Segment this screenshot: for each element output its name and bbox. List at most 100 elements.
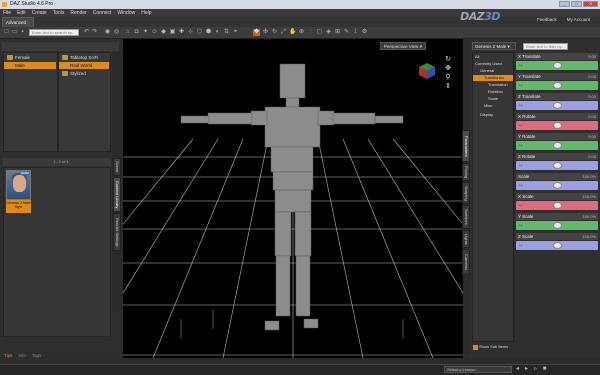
menu-create[interactable]: Create [32, 9, 47, 17]
align-icon[interactable]: ⇅ [223, 29, 230, 36]
feedback-link[interactable]: Feedback [537, 17, 557, 22]
open-icon[interactable]: ▭ [11, 29, 18, 36]
tab-parameters[interactable]: Parameters [462, 130, 470, 162]
node-selector[interactable]: Genesis 2 Male ▾ [472, 42, 516, 50]
menu-render[interactable]: Render [70, 9, 86, 17]
genesis2-male-thumbnail[interactable]: Actor [6, 170, 31, 200]
tab-scene[interactable]: Scene [113, 158, 121, 176]
slider-knob[interactable] [552, 142, 562, 149]
node-weight-icon[interactable]: ◈ [325, 29, 332, 36]
parameter-filter-input[interactable]: Enter text to filter by... [523, 43, 568, 50]
subcategory-item-real-world[interactable]: Real World [59, 62, 109, 69]
pan-icon[interactable]: ✥ [444, 65, 452, 73]
tree-item-scale[interactable]: Scale [473, 96, 513, 102]
tab-tags[interactable]: Tags [32, 352, 42, 360]
parameter-slider[interactable]: ↔ [516, 201, 598, 210]
render-icon[interactable]: ◉ [104, 29, 111, 36]
menu-edit[interactable]: Edit [17, 9, 26, 17]
zoom-icon[interactable]: ⚲ [444, 74, 452, 82]
category-item-male[interactable]: Male [4, 62, 56, 69]
slider-knob[interactable] [552, 242, 562, 249]
rotate-tool-icon[interactable]: ↻ [271, 29, 278, 36]
orbit-icon[interactable]: ↻ [444, 56, 452, 64]
parameter-slider[interactable]: ↔ [516, 221, 598, 230]
lesson-prev-icon[interactable]: ◂ [514, 366, 521, 373]
camera-icon[interactable]: ◘ [133, 29, 140, 36]
spot-render-icon[interactable]: ◻ [316, 29, 323, 36]
subcategory-item-tabletop-scifi[interactable]: Tabletop SciFi [59, 54, 109, 61]
slider-knob[interactable] [552, 102, 562, 109]
tree-item-currently-used[interactable]: Currently Used [473, 61, 513, 67]
my-account-link[interactable]: My Account [567, 17, 590, 22]
content-search-input[interactable]: Enter text to search by... [29, 29, 79, 36]
figure-icon[interactable]: ☺ [151, 29, 158, 36]
tree-item-rotation[interactable]: Rotation [473, 89, 513, 95]
tab-render-settings[interactable]: Render Settings [113, 213, 121, 251]
light-icon[interactable]: ✦ [142, 29, 149, 36]
subcategory-item-stylized[interactable]: Stylized [59, 70, 109, 77]
parameter-value[interactable]: 0.00 [588, 113, 596, 120]
tab-cameras[interactable]: Cameras [462, 249, 470, 275]
menu-file[interactable]: File [3, 9, 11, 17]
parameter-slider[interactable]: ↔ [516, 81, 598, 90]
menu-connect[interactable]: Connect [93, 9, 112, 17]
scene-tool-icon[interactable]: ⌂ [124, 29, 131, 36]
tree-item-translation[interactable]: Translation [473, 82, 513, 88]
surface-icon[interactable]: ◐ [214, 29, 221, 36]
surface-selection-icon[interactable]: ◌ [307, 29, 314, 36]
primitive-icon[interactable]: ◆ [160, 29, 167, 36]
parameter-slider[interactable]: ↔ [516, 161, 598, 170]
parameter-value[interactable]: 100.0% [582, 193, 596, 200]
tab-info[interactable]: Info [18, 352, 26, 360]
parameter-value[interactable]: 100.0% [582, 173, 596, 180]
save-icon[interactable]: ▪ [19, 29, 26, 36]
dolly-icon[interactable]: ⇕ [444, 83, 452, 91]
maximize-button[interactable]: □ [571, 1, 582, 7]
parameter-value[interactable]: 0.00 [588, 133, 596, 140]
parameter-slider[interactable]: ↔ [516, 181, 598, 190]
parameter-slider[interactable]: ↔ [516, 61, 598, 70]
close-button[interactable]: ✕ [583, 1, 598, 7]
geometry-editor-icon[interactable]: ⊞ [334, 29, 341, 36]
tab-tips[interactable]: Tips [4, 352, 12, 360]
render-settings-icon[interactable]: ◎ [113, 29, 120, 36]
lesson-selector[interactable]: Select a Lesson... [444, 366, 512, 373]
lesson-next-icon[interactable]: ▹ [532, 366, 539, 373]
viewport[interactable] [123, 39, 463, 358]
group-icon[interactable]: ▣ [169, 29, 176, 36]
joint-editor-icon[interactable]: ⊕ [298, 29, 305, 36]
parameter-value[interactable]: 100.0% [582, 213, 596, 220]
slider-knob[interactable] [552, 162, 562, 169]
tab-surfaces[interactable]: Surfaces [462, 205, 470, 229]
undo-icon[interactable]: ↶ [83, 29, 90, 36]
camera-dropdown[interactable]: Perspective View ▾ [380, 42, 426, 50]
parameter-slider[interactable]: ↔ [516, 121, 598, 130]
snap-icon[interactable]: ⌖ [232, 29, 239, 36]
parameter-value[interactable]: 100.0% [582, 233, 596, 240]
tools-settings-icon[interactable]: ⚙ [361, 29, 368, 36]
geometry-sculptor-icon[interactable]: ✎ [343, 29, 350, 36]
slider-knob[interactable] [552, 222, 562, 229]
parameter-slider[interactable]: ↔ [516, 101, 598, 110]
tree-item-transforms[interactable]: Transforms [473, 75, 513, 81]
slider-knob[interactable] [552, 122, 562, 129]
parameter-slider[interactable]: ↔ [516, 241, 598, 250]
menu-help[interactable]: Help [141, 9, 151, 17]
tree-item-general[interactable]: General [473, 68, 513, 74]
parameter-slider[interactable]: ↔ [516, 141, 598, 150]
node-icon[interactable]: ✚ [178, 29, 185, 36]
minimize-button[interactable]: _ [559, 1, 570, 7]
universal-tool-icon[interactable]: ✥ [253, 29, 260, 36]
category-item-female[interactable]: Female [4, 54, 56, 61]
redo-icon[interactable]: ↷ [91, 29, 98, 36]
menu-window[interactable]: Window [117, 9, 135, 17]
move-tool-icon[interactable]: ✣ [262, 29, 269, 36]
lesson-stop-icon[interactable]: ■ [541, 366, 548, 373]
tree-item-misc[interactable]: Misc [473, 103, 513, 109]
tab-content-library[interactable]: Content Library [113, 177, 121, 212]
tab-advanced[interactable]: Advanced [2, 17, 34, 27]
scale-tool-icon[interactable]: ⤢ [280, 29, 287, 36]
lesson-play-icon[interactable]: ▸ [523, 366, 530, 373]
new-scene-icon[interactable]: □ [3, 29, 10, 36]
parameter-value[interactable]: 0.00 [588, 153, 596, 160]
